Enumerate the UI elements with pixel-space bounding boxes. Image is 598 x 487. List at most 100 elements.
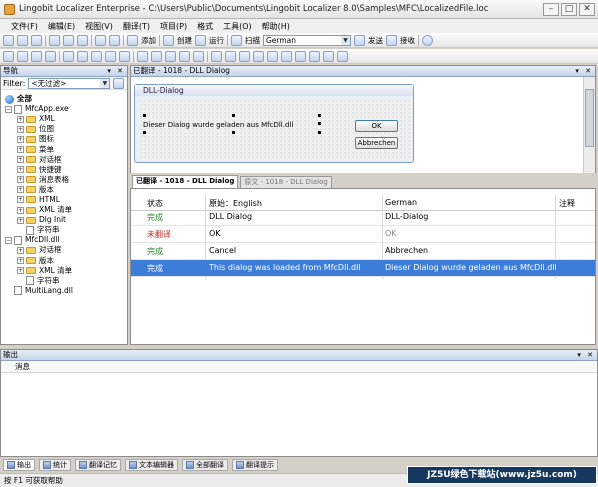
- same-size-icon[interactable]: [119, 50, 130, 62]
- menu-view[interactable]: 视图(V): [82, 21, 116, 32]
- selection-handle[interactable]: [232, 114, 235, 117]
- tree-item[interactable]: + 版本: [1, 185, 127, 195]
- pane-controls[interactable]: ▾ ✕: [577, 350, 595, 360]
- tab-translation-hints[interactable]: 翻译提示: [232, 459, 278, 471]
- tree-item[interactable]: 字符串: [1, 225, 127, 235]
- expand-icon[interactable]: +: [17, 146, 24, 154]
- expand-icon[interactable]: +: [17, 115, 24, 123]
- tree-item[interactable]: + XML 清单: [1, 266, 127, 276]
- expand-icon[interactable]: +: [17, 267, 24, 275]
- send-icon[interactable]: [354, 34, 365, 46]
- table-row[interactable]: 未翻译 OK OK: [131, 226, 595, 243]
- tab-text-editor[interactable]: 文本编辑器: [125, 459, 178, 471]
- tab-original[interactable]: 原文 - 1018 - DLL Dialog: [240, 176, 332, 188]
- receive-icon[interactable]: [386, 34, 397, 46]
- guides-icon[interactable]: [179, 50, 190, 62]
- selection-handle[interactable]: [143, 131, 146, 134]
- open-icon[interactable]: [17, 34, 28, 46]
- save-icon[interactable]: [31, 34, 42, 46]
- tree-item[interactable]: + 菜单: [1, 144, 127, 154]
- flag-icon[interactable]: [295, 50, 306, 62]
- selection-handle[interactable]: [318, 131, 321, 134]
- menu-help[interactable]: 帮助(H): [259, 21, 293, 32]
- translation-cell[interactable]: Dieser Dialog wurde geladen aus MfcDll.d…: [385, 263, 557, 272]
- tree-item[interactable]: + 图标: [1, 134, 127, 144]
- tree-item[interactable]: + 消息表格: [1, 175, 127, 185]
- same-height-icon[interactable]: [105, 50, 116, 62]
- tab-translated[interactable]: 已翻译 - 1018 - DLL Dialog: [132, 175, 239, 188]
- tree-item[interactable]: + XML 清单: [1, 205, 127, 215]
- space-down-icon[interactable]: [151, 50, 162, 62]
- lock-icon[interactable]: [267, 50, 278, 62]
- filter-options-icon[interactable]: [113, 77, 125, 89]
- expand-icon[interactable]: +: [17, 196, 24, 204]
- run-icon[interactable]: [195, 34, 206, 46]
- language-select[interactable]: German ▼: [263, 34, 351, 46]
- dialog-canvas[interactable]: DLL-Dialog Dieser Dialog wurde geladen a…: [131, 77, 583, 173]
- column-status[interactable]: 状态: [147, 198, 163, 209]
- tree-item[interactable]: + 版本: [1, 256, 127, 266]
- align-bottom-icon[interactable]: [45, 50, 56, 62]
- pane-controls[interactable]: ▾ ✕: [575, 66, 593, 76]
- tree-item[interactable]: + 位图: [1, 124, 127, 134]
- expand-icon[interactable]: +: [17, 246, 24, 254]
- tree-item[interactable]: 字符串: [1, 276, 127, 286]
- selection-handle[interactable]: [143, 114, 146, 117]
- collapse-icon[interactable]: −: [5, 105, 12, 113]
- table-row-selected[interactable]: 完成 This dialog was loaded from MfcDll.dl…: [131, 260, 595, 277]
- redo-icon[interactable]: [109, 34, 120, 46]
- translation-cell[interactable]: DLL-Dialog: [385, 212, 428, 221]
- dialog-cancel-button[interactable]: Abbrechen: [355, 137, 398, 149]
- scan-button[interactable]: 扫描: [245, 35, 260, 46]
- cut-icon[interactable]: [49, 34, 60, 46]
- check-icon[interactable]: [337, 50, 348, 62]
- align-left-icon[interactable]: [3, 50, 14, 62]
- translation-cell[interactable]: OK: [385, 229, 397, 238]
- grid-icon[interactable]: [165, 50, 176, 62]
- bookmark-icon[interactable]: [211, 50, 222, 62]
- expand-icon[interactable]: +: [17, 257, 24, 265]
- prev-untranslated-icon[interactable]: [323, 50, 334, 62]
- filter-select[interactable]: <无过滤> ▼: [28, 77, 111, 89]
- dialog-message-label[interactable]: Dieser Dialog wurde geladen aus MfcDll.d…: [143, 121, 293, 129]
- find-icon[interactable]: [225, 50, 236, 62]
- tree-item-mfcdll[interactable]: − MfcDll.dll: [1, 235, 127, 245]
- close-button[interactable]: ✕: [579, 3, 595, 16]
- tree-item-multilang[interactable]: MultiLang.dll: [1, 286, 127, 296]
- column-german[interactable]: German: [385, 198, 417, 207]
- column-original[interactable]: 原始：English: [209, 198, 262, 209]
- center-vertical-icon[interactable]: [77, 50, 88, 62]
- translation-cell[interactable]: Abbrechen: [385, 246, 428, 255]
- expand-icon[interactable]: +: [17, 216, 24, 224]
- collapse-icon[interactable]: −: [5, 236, 12, 244]
- validate-icon[interactable]: [239, 50, 250, 62]
- tab-order-icon[interactable]: [193, 50, 204, 62]
- same-width-icon[interactable]: [91, 50, 102, 62]
- approve-icon[interactable]: [253, 50, 264, 62]
- copy-icon[interactable]: [63, 34, 74, 46]
- menu-project[interactable]: 项目(P): [157, 21, 190, 32]
- menu-tools[interactable]: 工具(O): [220, 21, 255, 32]
- maximize-button[interactable]: □: [561, 3, 577, 16]
- chevron-down-icon[interactable]: ▼: [341, 35, 350, 45]
- selection-handle[interactable]: [318, 114, 321, 117]
- new-icon[interactable]: [3, 34, 14, 46]
- align-right-icon[interactable]: [17, 50, 28, 62]
- add-button[interactable]: 添加: [141, 35, 156, 46]
- create-icon[interactable]: [163, 34, 174, 46]
- column-message[interactable]: 消息: [15, 362, 30, 371]
- tree-item[interactable]: + 对话框: [1, 155, 127, 165]
- scrollbar-thumb[interactable]: [585, 89, 594, 147]
- paste-icon[interactable]: [77, 34, 88, 46]
- tree-item-mfcapp[interactable]: − MfcApp.exe: [1, 104, 127, 114]
- tree-item[interactable]: + Dlg Init: [1, 215, 127, 225]
- expand-icon[interactable]: +: [17, 125, 24, 133]
- expand-icon[interactable]: +: [17, 176, 24, 184]
- tree-item[interactable]: + 快捷键: [1, 165, 127, 175]
- tab-output[interactable]: 输出: [3, 459, 35, 471]
- preview-scrollbar[interactable]: [583, 77, 595, 173]
- tab-translate-all[interactable]: 全部翻译: [182, 459, 228, 471]
- tree-item-all[interactable]: 全部: [1, 94, 127, 104]
- center-horizontal-icon[interactable]: [63, 50, 74, 62]
- help-icon[interactable]: [422, 34, 433, 46]
